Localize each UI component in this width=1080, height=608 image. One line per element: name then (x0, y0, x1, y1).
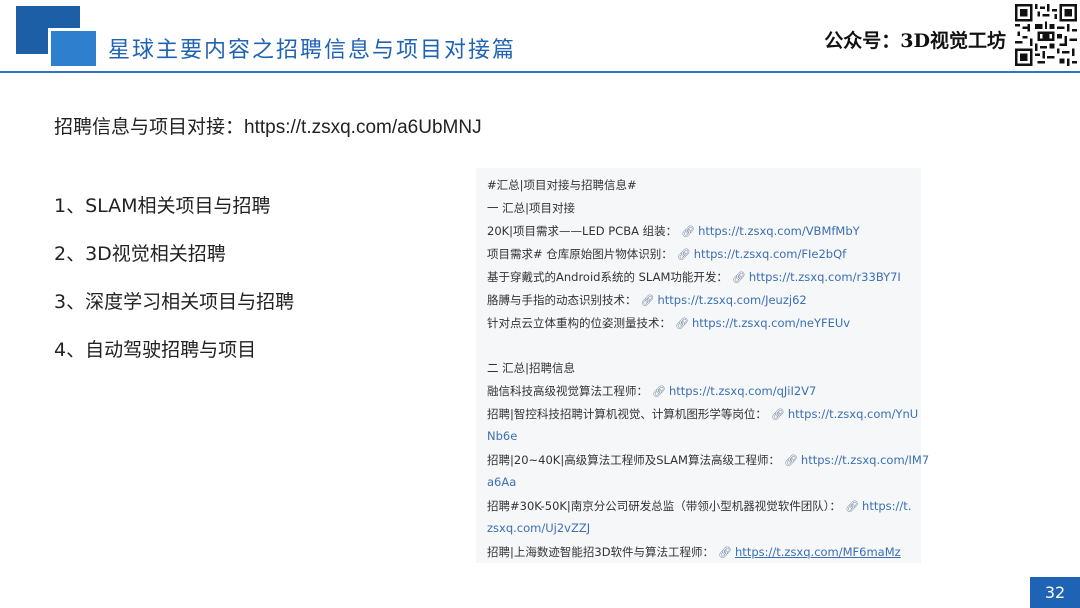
job-link[interactable]: https://t.zsxq.com/YnU (788, 407, 918, 421)
panel-section-projects: 一 汇总|项目对接 (487, 201, 576, 215)
job-link-continuation: a6Aa (487, 475, 516, 489)
subtitle-line: 招聘信息与项目对接：https://t.zsxq.com/a6UbMNJ (54, 112, 482, 139)
job-link[interactable]: https://t.zsxq.com/qJiI2V7 (669, 384, 816, 398)
job-item: 融信科技高级视觉算法工程师： 🔗︎ https://t.zsxq.com/qJiI2… (487, 384, 817, 398)
project-link[interactable]: https://t.zsxq.com/FIe2bQf (694, 247, 846, 261)
subtitle-label: 招聘信息与项目对接： (54, 116, 245, 138)
panel-section-jobs: 二 汇总|招聘信息 (487, 361, 576, 375)
job-link[interactable]: Nb6e (487, 429, 517, 443)
project-item: 针对点云立体重构的位姿测量技术： 🔗︎ https://t.zsxq.com/neY… (487, 316, 851, 330)
topic-item-autonomous-driving: 4、自动驾驶招聘与项目 (54, 339, 257, 361)
header-decor-square-front (48, 28, 96, 66)
brand-label: 公众号：3D视觉工坊 (824, 30, 1006, 52)
job-item: 招聘|智控科技招聘计算机视觉、计算机图形学等岗位： 🔗︎ https://t.zsx… (487, 407, 919, 421)
link-icon: 🔗︎ (675, 317, 689, 330)
panel-hashtag: #汇总|项目对接与招聘信息# (487, 178, 637, 192)
job-link[interactable]: https://t.zsxq.com/IM7 (801, 453, 929, 467)
job-item: 招聘|20~40K|高级算法工程师及SLAM算法高级工程师： 🔗︎ https://… (487, 453, 930, 467)
project-item: 20K|项目需求——LED PCBA 组装： 🔗︎ https://t.zsxq.c… (487, 224, 860, 238)
topic-item-slam: 1、SLAM相关项目与招聘 (54, 195, 271, 217)
job-link[interactable]: zsxq.com/Uj2vZZJ (487, 521, 590, 535)
project-link[interactable]: https://t.zsxq.com/neYFEUv (692, 316, 850, 330)
subtitle-link[interactable]: https://t.zsxq.com/a6UbMNJ (244, 117, 482, 138)
page-title: 星球主要内容之招聘信息与项目对接篇 (108, 38, 517, 63)
job-link-continuation: zsxq.com/Uj2vZZJ (487, 521, 590, 535)
job-link-continuation: Nb6e (487, 429, 517, 443)
link-icon: 🔗︎ (770, 408, 785, 421)
link-icon: 🔗︎ (676, 248, 691, 261)
project-link[interactable]: https://t.zsxq.com/Jeuzj62 (657, 293, 806, 307)
qr-code-icon (1015, 4, 1077, 66)
link-icon: 🔗︎ (845, 500, 860, 513)
project-link[interactable]: https://t.zsxq.com/VBMfMbY (698, 224, 860, 238)
link-icon: 🔗︎ (681, 225, 696, 238)
link-icon: 🔗︎ (783, 454, 798, 467)
job-link[interactable]: https://t. (862, 499, 911, 513)
project-item: 基于穿戴式的Android系统的 SLAM功能开发： 🔗︎ https://t.zs… (487, 270, 901, 284)
header-divider (0, 71, 1080, 73)
job-item: 招聘|上海数迹智能招3D软件与算法工程师： 🔗︎ https://t.zsxq.co… (487, 545, 901, 559)
link-icon: 🔗︎ (640, 294, 655, 307)
topic-item-deep-learning: 3、深度学习相关项目与招聘 (54, 291, 295, 313)
link-icon: 🔗︎ (652, 385, 666, 398)
job-item: 招聘#30K-50K|南京分公司研发总监（带领小型机器视觉软件团队）： 🔗︎ htt… (487, 499, 912, 513)
project-link[interactable]: https://t.zsxq.com/r33BY7I (749, 270, 901, 284)
link-icon: 🔗︎ (718, 546, 733, 559)
job-link[interactable]: https://t.zsxq.com/MF6maMz (735, 545, 901, 559)
summary-screenshot-panel: #汇总|项目对接与招聘信息# 一 汇总|项目对接 20K|项目需求——LED P… (476, 168, 929, 563)
job-link[interactable]: a6Aa (487, 475, 516, 489)
link-icon: 🔗︎ (731, 271, 746, 284)
topic-list: 1、SLAM相关项目与招聘 2、3D视觉相关招聘 3、深度学习相关项目与招聘 4… (54, 193, 294, 385)
project-item: 项目需求# 仓库原始图片物体识别： 🔗︎ https://t.zsxq.com/FI… (487, 247, 847, 261)
topic-item-3d-vision: 2、3D视觉相关招聘 (54, 243, 226, 265)
project-item: 胳膊与手指的动态识别技术： 🔗︎ https://t.zsxq.com/Jeuzj6… (487, 293, 807, 307)
page-number: 32 (1030, 577, 1080, 608)
